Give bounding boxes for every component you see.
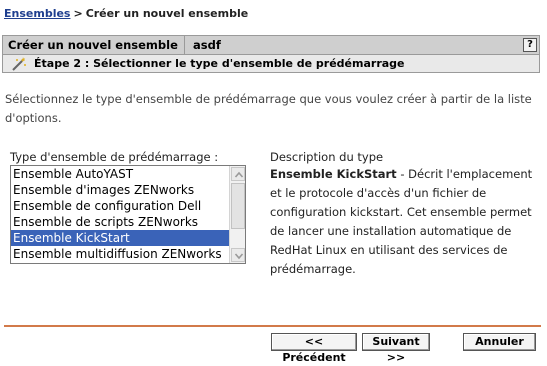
- wizard-title: Créer un nouvel ensemble: [3, 36, 185, 54]
- description-bundle-name: Ensemble KickStart: [270, 167, 397, 181]
- list-item[interactable]: Ensemble KickStart: [11, 230, 229, 246]
- list-item[interactable]: Ensemble AutoYAST: [11, 166, 229, 182]
- list-item[interactable]: Ensemble d'images ZENworks: [11, 182, 229, 198]
- bundle-name: asdf: [193, 38, 221, 52]
- bundle-type-label: Type d'ensemble de prédémarrage :: [10, 150, 219, 164]
- bundle-type-listbox[interactable]: Ensemble AutoYAST Ensemble d'images ZENw…: [10, 165, 246, 264]
- breadcrumb-current: Créer un nouvel ensemble: [85, 7, 249, 20]
- listbox-scrollbar[interactable]: [229, 166, 245, 263]
- previous-button[interactable]: << Précédent: [271, 333, 357, 364]
- footer-divider: [4, 325, 541, 327]
- scroll-down-icon[interactable]: [231, 248, 245, 262]
- list-item[interactable]: Ensemble multidiffusion ZENworks: [11, 246, 229, 262]
- scroll-up-icon[interactable]: [231, 167, 245, 181]
- list-item[interactable]: Ensemble de configuration Dell: [11, 198, 229, 214]
- intro-text: Sélectionnez le type d'ensemble de prédé…: [5, 92, 532, 125]
- description-text: - Décrit l'emplacement et le protocole d…: [270, 167, 533, 276]
- breadcrumb: Ensembles > Créer un nouvel ensemble: [4, 7, 248, 20]
- cancel-button[interactable]: Annuler: [463, 333, 536, 351]
- step-bar: Étape 2 : Sélectionner le type d'ensembl…: [2, 55, 540, 73]
- listbox-items: Ensemble AutoYAST Ensemble d'images ZENw…: [11, 166, 229, 262]
- wizard-title-bar: Créer un nouvel ensemble asdf ?: [2, 35, 540, 55]
- breadcrumb-link-ensembles[interactable]: Ensembles: [4, 7, 70, 20]
- list-item[interactable]: Ensemble de scripts ZENworks: [11, 214, 229, 230]
- step-label: Étape 2 : Sélectionner le type d'ensembl…: [34, 57, 405, 70]
- breadcrumb-separator: >: [73, 7, 83, 20]
- description-title: Description du type: [270, 150, 384, 164]
- help-button[interactable]: ?: [523, 38, 537, 52]
- wizard-wand-icon: [11, 56, 27, 71]
- type-description: Description du type Ensemble KickStart -…: [270, 150, 540, 279]
- next-button[interactable]: Suivant >>: [362, 333, 430, 364]
- scroll-thumb[interactable]: [231, 183, 245, 229]
